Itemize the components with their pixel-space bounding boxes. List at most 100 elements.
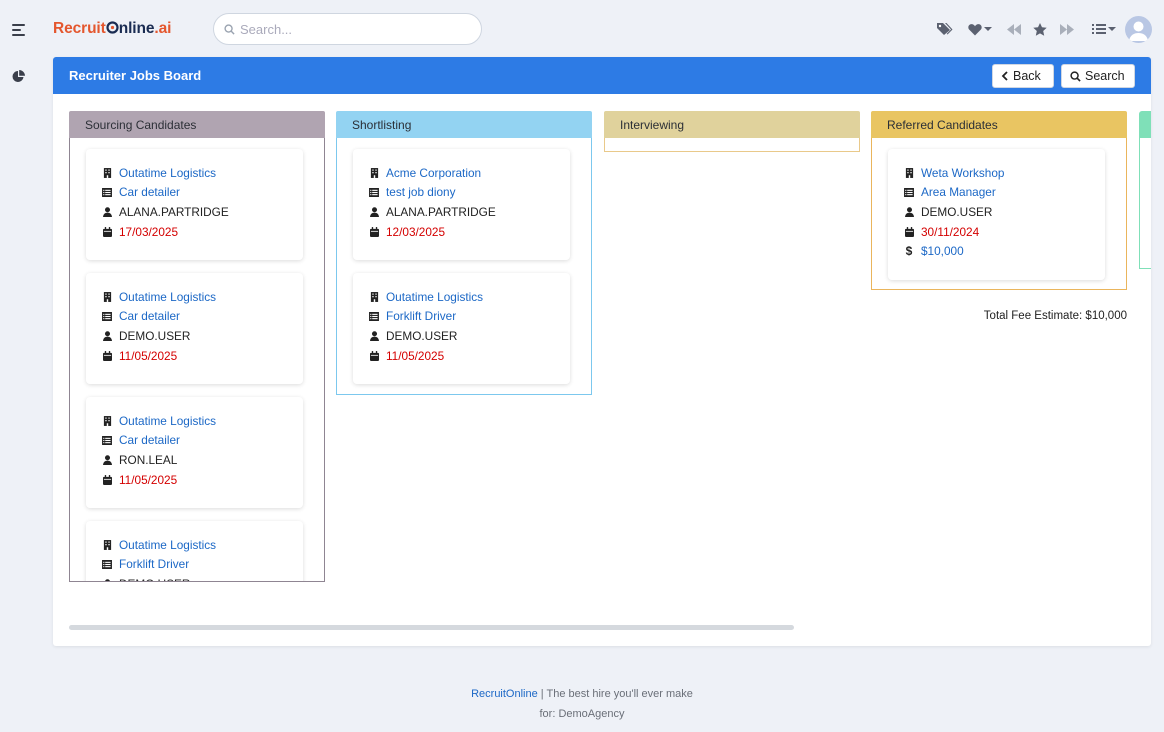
page-title: Recruiter Jobs Board — [69, 68, 202, 83]
card-field: Weta Workshop — [904, 163, 1105, 183]
card-field: 11/05/2025 — [102, 346, 303, 366]
candidate-card[interactable]: Weta Workshop Area Manager DEMO.USER 30/11/… — [888, 149, 1105, 280]
search-input[interactable] — [240, 21, 470, 37]
rewind-icon[interactable] — [1007, 23, 1021, 35]
fast-forward-icon[interactable] — [1060, 23, 1074, 35]
user-icon — [102, 331, 112, 341]
logo-o-icon — [106, 20, 119, 37]
card-link[interactable]: Forklift Driver — [119, 557, 189, 571]
footer-brand-link[interactable]: RecruitOnline — [471, 688, 538, 700]
card-field: 11/05/2025 — [102, 470, 303, 490]
candidate-card[interactable]: Outatime Logistics Car detailer RON.LEAL 11… — [86, 397, 303, 508]
candidate-card[interactable]: Acme Corporation test job diony ALANA.PART… — [353, 149, 570, 260]
card-field: DEMO.USER — [102, 326, 303, 346]
calendar-icon — [102, 226, 112, 237]
card-field: 30/11/2024 — [904, 222, 1105, 242]
building-icon — [904, 167, 914, 178]
card-link[interactable]: Outatime Logistics — [119, 166, 216, 180]
card-field: test job diony — [369, 183, 570, 203]
card-field: Outatime Logistics — [102, 411, 303, 431]
building-icon — [102, 291, 112, 302]
card-field: Outatime Logistics — [369, 287, 570, 307]
card-link[interactable]: Car detailer — [119, 185, 180, 199]
card-link[interactable]: Acme Corporation — [386, 166, 481, 180]
card-link[interactable]: Car detailer — [119, 309, 180, 323]
user-icon — [369, 331, 379, 341]
favorites-dropdown[interactable] — [968, 23, 992, 36]
card-field: Outatime Logistics — [102, 535, 303, 555]
search-button[interactable]: Search — [1061, 64, 1135, 88]
list-view-dropdown[interactable] — [1092, 23, 1116, 35]
horizontal-scrollbar[interactable] — [69, 625, 794, 630]
card-link[interactable]: test job diony — [386, 185, 456, 199]
card-link[interactable]: Forklift Driver — [386, 309, 456, 323]
column-body: Acme Corporation test job diony ALANA.PART… — [336, 138, 592, 395]
user-icon — [369, 207, 379, 217]
building-icon — [369, 291, 379, 302]
card-link[interactable]: Outatime Logistics — [119, 538, 216, 552]
card-user: DEMO.USER — [119, 328, 191, 343]
card-link[interactable]: Weta Workshop — [921, 166, 1005, 180]
card-user: DEMO.USER — [921, 204, 993, 219]
candidate-card[interactable]: Outatime Logistics Car detailer ALANA.PART… — [86, 149, 303, 260]
top-bar: Recruit nline.ai — [0, 0, 1164, 58]
card-field: ALANA.PARTRIDGE — [369, 202, 570, 222]
card-field: DEMO.USER — [102, 574, 303, 581]
calendar-icon — [904, 226, 914, 237]
heart-icon — [968, 23, 982, 35]
candidate-card[interactable]: Outatime Logistics Car detailer DEMO.USER 1… — [86, 273, 303, 384]
card-field: Area Manager — [904, 183, 1105, 203]
jobs-board-panel: Recruiter Jobs Board Back Search Sourcin… — [53, 57, 1151, 646]
card-field: Car detailer — [102, 183, 303, 203]
back-button[interactable]: Back — [992, 64, 1054, 88]
calendar-icon — [369, 226, 379, 237]
building-icon — [102, 539, 112, 550]
card-field: 11/05/2025 — [369, 346, 570, 366]
calendar-icon — [369, 350, 379, 361]
pie-chart-icon[interactable] — [12, 70, 25, 88]
menu-icon[interactable] — [12, 24, 25, 36]
candidate-card[interactable]: Outatime Logistics Forklift Driver DEMO.US… — [353, 273, 570, 384]
card-date: 12/03/2025 — [386, 224, 446, 239]
user-icon — [102, 207, 112, 217]
tags-icon[interactable] — [936, 22, 953, 36]
user-icon — [102, 579, 112, 581]
card-user: RON.LEAL — [119, 452, 178, 467]
building-icon — [102, 415, 112, 426]
card-link[interactable]: Area Manager — [921, 185, 996, 199]
user-icon — [904, 207, 914, 217]
list-icon — [369, 187, 379, 197]
total-fee-estimate: Total Fee Estimate: $10,000 — [983, 310, 1127, 322]
star-icon[interactable] — [1033, 22, 1047, 36]
card-field: Car detailer — [102, 307, 303, 327]
app-logo[interactable]: Recruit nline.ai — [53, 20, 171, 38]
card-field: Outatime Logistics — [102, 163, 303, 183]
card-date: 11/05/2025 — [119, 472, 178, 487]
card-link[interactable]: Outatime Logistics — [119, 290, 216, 304]
footer-agency: for: DemoAgency — [539, 708, 625, 720]
candidate-card[interactable]: Outatime Logistics Forklift Driver DEMO.US… — [86, 521, 303, 581]
global-search[interactable] — [213, 13, 482, 45]
board-header: Recruiter Jobs Board Back Search — [53, 57, 1151, 94]
card-user: DEMO.USER — [386, 328, 458, 343]
card-field: DEMO.USER — [904, 202, 1105, 222]
calendar-icon — [102, 350, 112, 361]
list-icon — [102, 435, 112, 445]
card-link[interactable]: Outatime Logistics — [386, 290, 483, 304]
card-field: 17/03/2025 — [102, 222, 303, 242]
column-body: Outatime Logistics Car detailer ALANA.PART… — [69, 138, 325, 582]
column-next-body — [1139, 138, 1151, 269]
list-icon — [102, 311, 112, 321]
column-body — [604, 138, 860, 152]
dollar-icon: $ — [905, 244, 913, 259]
card-link[interactable]: Car detailer — [119, 433, 180, 447]
building-icon — [369, 167, 379, 178]
card-link[interactable]: Outatime Logistics — [119, 414, 216, 428]
card-date: 11/05/2025 — [119, 348, 178, 363]
card-fee: $10,000 — [921, 244, 964, 259]
card-field: ALANA.PARTRIDGE — [102, 202, 303, 222]
card-field: Acme Corporation — [369, 163, 570, 183]
card-field: Forklift Driver — [102, 555, 303, 575]
user-avatar[interactable] — [1125, 16, 1152, 43]
list-icon — [1092, 24, 1106, 34]
